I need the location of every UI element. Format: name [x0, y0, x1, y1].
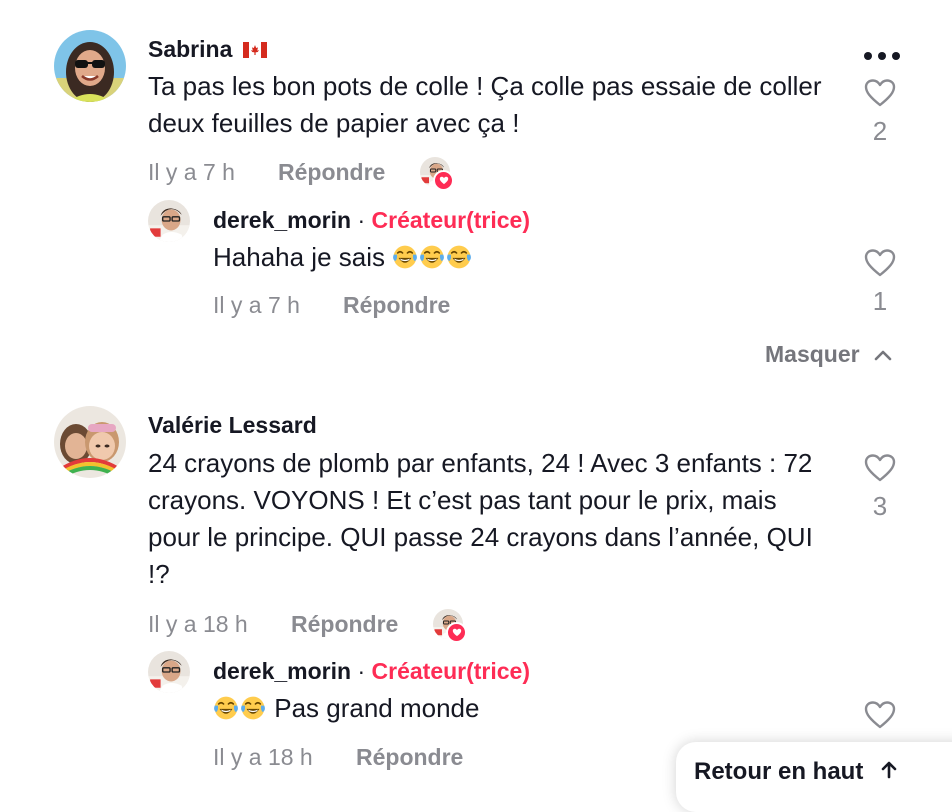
like-heart-icon[interactable]	[864, 248, 896, 283]
avatar-sabrina[interactable]	[54, 30, 126, 102]
like-count: 1	[872, 286, 888, 316]
laughing-tears-icon	[446, 243, 472, 269]
heart-badge-icon	[446, 622, 467, 643]
reply-username[interactable]: derek_morin	[213, 207, 351, 233]
reply-header: derek_morin · Créateur(trice)	[213, 658, 530, 685]
reply-button[interactable]: Répondre	[291, 611, 398, 638]
arrow-up-icon	[880, 758, 898, 786]
creator-badge: Créateur(trice)	[371, 658, 531, 684]
creator-liked-indicator	[433, 609, 467, 643]
comment-text: Ta pas les bon pots de colle ! Ça colle …	[148, 71, 822, 138]
canada-flag-icon	[242, 37, 267, 64]
reply-avatar-derek[interactable]	[148, 200, 190, 242]
reply-button[interactable]: Répondre	[343, 292, 450, 319]
comment-username[interactable]: Valérie Lessard	[148, 412, 317, 439]
creator-badge: Créateur(trice)	[371, 207, 531, 233]
reply-button[interactable]: Répondre	[356, 744, 463, 771]
reply-text-content: Pas grand monde	[274, 693, 480, 723]
hide-replies-label: Masquer	[765, 341, 860, 367]
reply-timestamp: Il y a 7 h	[213, 292, 300, 318]
separator-dot: ·	[357, 658, 366, 684]
laughing-tears-icon	[240, 694, 266, 720]
comment-timestamp: Il y a 7 h	[148, 159, 235, 185]
like-count: 3	[872, 491, 888, 521]
chevron-up-icon	[874, 348, 892, 366]
hide-replies-button[interactable]: Masquer	[765, 341, 892, 368]
comment-text: 24 crayons de plomb par enfants, 24 ! Av…	[148, 448, 813, 589]
reply-username[interactable]: derek_morin	[213, 658, 351, 684]
avatar-valerie[interactable]	[54, 406, 126, 478]
reply-text: Hahaha je sais	[213, 239, 473, 276]
like-heart-icon[interactable]	[864, 78, 896, 113]
laughing-tears-icon	[392, 243, 418, 269]
reply-header: derek_morin · Créateur(trice)	[213, 207, 530, 234]
like-heart-icon[interactable]	[864, 453, 896, 488]
heart-badge-icon	[433, 170, 454, 191]
reply-button[interactable]: Répondre	[278, 159, 385, 186]
laughing-tears-icon	[419, 243, 445, 269]
comment-username[interactable]: Sabrina	[148, 36, 267, 64]
back-to-top-button[interactable]: Retour en haut	[676, 742, 952, 812]
reply-timestamp: Il y a 18 h	[213, 744, 313, 770]
creator-liked-indicator	[420, 157, 454, 191]
reply-text: Pas grand monde	[213, 690, 479, 727]
like-count: 2	[872, 116, 888, 146]
more-options-icon[interactable]	[862, 48, 902, 60]
comment-timestamp: Il y a 18 h	[148, 611, 248, 637]
laughing-tears-icon	[213, 694, 239, 720]
separator-dot: ·	[357, 207, 366, 233]
reply-avatar-derek[interactable]	[148, 651, 190, 693]
like-heart-icon[interactable]	[864, 700, 896, 735]
reply-text-content: Hahaha je sais	[213, 242, 385, 272]
